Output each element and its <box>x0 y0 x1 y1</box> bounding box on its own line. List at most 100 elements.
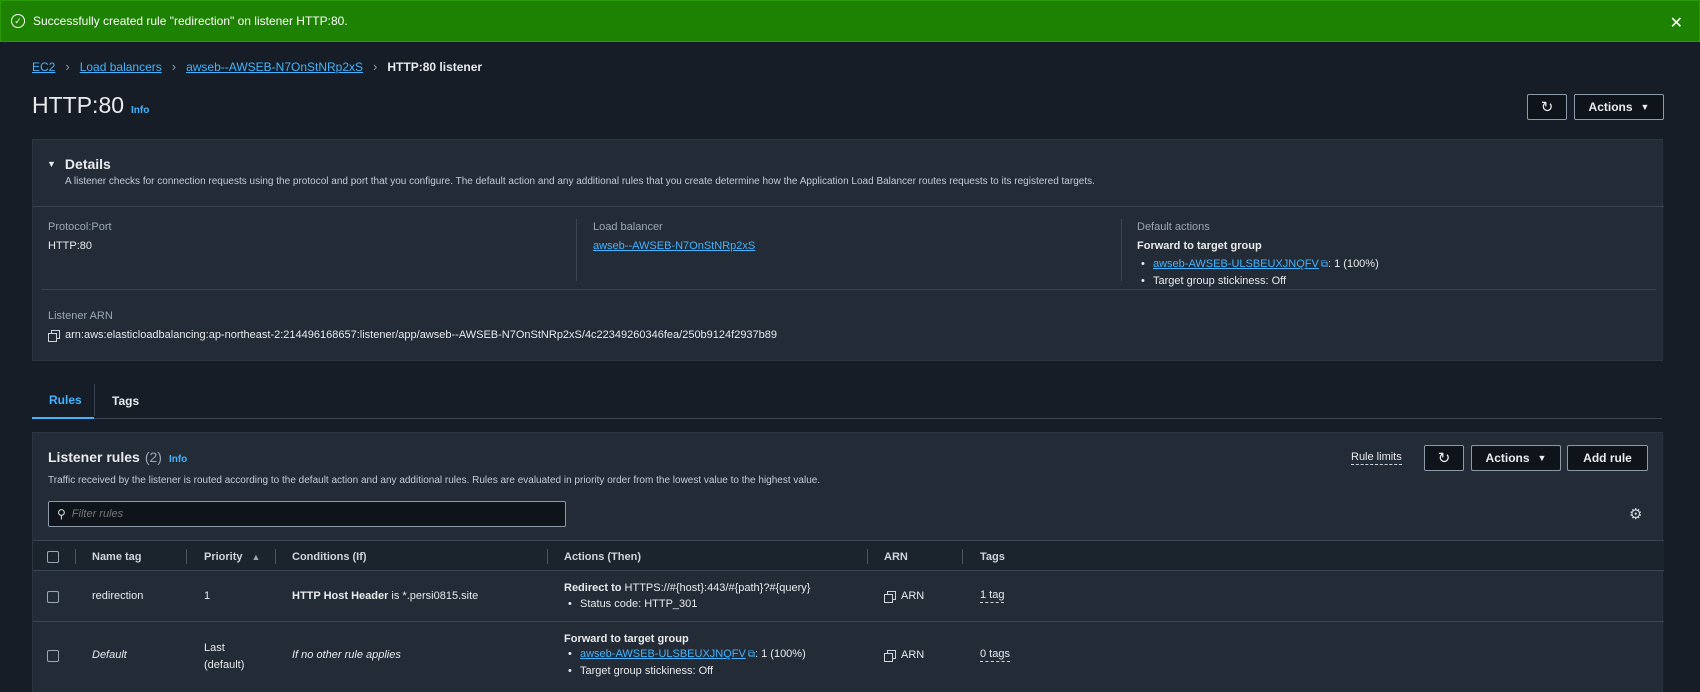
divider <box>867 549 868 564</box>
breadcrumb-current: HTTP:80 listener <box>387 59 483 74</box>
info-link[interactable]: Info <box>131 105 149 116</box>
load-balancer-link[interactable]: awseb--AWSEB-N7OnStNRp2xS <box>593 240 755 252</box>
condition-value: is *.persi0815.site <box>388 590 479 602</box>
list-item: awseb-AWSEB-ULSBEUXJNQFV⧉: 1 (100%) <box>1137 256 1379 273</box>
table-row: Default Last (default) If no other rule … <box>33 623 1664 692</box>
external-link-icon: ⧉ <box>1320 259 1328 270</box>
column-actions[interactable]: Actions (Then) <box>564 541 641 572</box>
sort-ascending-icon: ▲ <box>251 551 261 562</box>
rules-title: Listener rules <box>48 449 140 465</box>
caret-down-icon: ▼ <box>1640 102 1650 112</box>
tab-rules[interactable]: Rules <box>32 382 94 419</box>
divider <box>75 549 76 564</box>
add-rule-button[interactable]: Add rule <box>1567 445 1648 471</box>
chevron-right-icon: › <box>65 59 70 74</box>
select-all-checkbox[interactable] <box>47 550 59 563</box>
listener-arn-label: Listener ARN <box>48 310 113 322</box>
actions-label: Actions <box>1485 451 1530 465</box>
divider <box>275 549 276 564</box>
rules-actions-button[interactable]: Actions ▼ <box>1471 445 1561 471</box>
close-icon[interactable]: ✕ <box>1670 13 1683 33</box>
rule-action: Redirect to HTTPS://#{host}:443/#{path}?… <box>564 582 810 613</box>
table-header: Name tag Priority ▲ Conditions (If) Acti… <box>33 540 1664 571</box>
divider <box>33 206 1664 207</box>
rule-arn: ARN <box>884 590 925 603</box>
column-tags[interactable]: Tags <box>980 541 1005 572</box>
flash-message: Successfully created rule "redirection" … <box>33 14 348 28</box>
list-item: Target group stickiness: Off <box>564 663 806 680</box>
refresh-button[interactable]: ↻ <box>1527 94 1567 120</box>
column-priority-label: Priority <box>204 550 243 563</box>
column-conditions[interactable]: Conditions (If) <box>292 541 367 572</box>
success-flashbar: ✓ Successfully created rule "redirection… <box>0 0 1700 42</box>
target-group-link[interactable]: awseb-AWSEB-ULSBEUXJNQFV <box>1153 258 1319 270</box>
rules-description: Traffic received by the listener is rout… <box>48 475 821 486</box>
listener-arn-value: arn:aws:elasticloadbalancing:ap-northeas… <box>65 329 778 341</box>
refresh-icon: ↻ <box>1437 450 1451 467</box>
target-group-link[interactable]: awseb-AWSEB-ULSBEUXJNQFV <box>580 648 746 660</box>
action-target: HTTPS://#{host}:443/#{path}?#{query} <box>621 582 811 594</box>
row-checkbox[interactable] <box>47 591 59 603</box>
details-panel: ▼ Details A listener checks for connecti… <box>32 139 1664 361</box>
default-actions-list: awseb-AWSEB-ULSBEUXJNQFV⧉: 1 (100%) Targ… <box>1137 256 1379 290</box>
external-link-icon: ⧉ <box>747 649 755 660</box>
breadcrumb: EC2 › Load balancers › awseb--AWSEB-N7On… <box>32 59 482 74</box>
column-name-tag[interactable]: Name tag <box>92 541 142 572</box>
priority-line: Last <box>204 642 225 654</box>
list-item: Status code: HTTP_301 <box>564 596 810 613</box>
rule-limits-link[interactable]: Rule limits <box>1351 451 1402 465</box>
actions-button[interactable]: Actions ▼ <box>1574 94 1664 120</box>
rule-name-link[interactable]: Default <box>92 649 127 661</box>
details-toggle[interactable]: ▼ Details <box>47 156 111 172</box>
divider <box>186 549 187 564</box>
divider <box>41 289 1656 290</box>
breadcrumb-ec2[interactable]: EC2 <box>32 60 55 74</box>
refresh-button[interactable]: ↻ <box>1424 445 1464 471</box>
divider <box>94 384 95 416</box>
filter-input[interactable] <box>71 508 552 520</box>
copy-icon[interactable] <box>884 649 896 662</box>
protocol-port-value: HTTP:80 <box>48 240 93 252</box>
action-title: Forward to target group <box>564 633 689 645</box>
refresh-icon: ↻ <box>1540 99 1554 116</box>
caret-down-icon: ▼ <box>1537 453 1547 463</box>
info-link[interactable]: Info <box>169 454 187 465</box>
divider <box>547 549 548 564</box>
page-title: HTTP:80 Info <box>32 92 149 119</box>
page-title-text: HTTP:80 <box>32 92 125 118</box>
table-row: redirection 1 HTTP Host Header is *.pers… <box>33 572 1664 622</box>
list-item: Target group stickiness: Off <box>1137 273 1379 290</box>
column-priority[interactable]: Priority ▲ <box>204 541 260 572</box>
rule-tags-link[interactable]: 1 tag <box>980 589 1005 603</box>
column-arn[interactable]: ARN <box>884 541 908 572</box>
protocol-port-label: Protocol:Port <box>48 221 112 233</box>
caret-down-icon: ▼ <box>47 159 56 169</box>
check-circle-icon: ✓ <box>11 14 25 28</box>
gear-icon[interactable]: ⚙ <box>1629 505 1642 523</box>
divider <box>962 549 963 564</box>
listener-arn-row: arn:aws:elasticloadbalancing:ap-northeas… <box>48 329 778 342</box>
rule-tags-link[interactable]: 0 tags <box>980 648 1010 662</box>
details-heading: Details <box>64 156 111 172</box>
divider <box>576 219 577 281</box>
rule-name-link[interactable]: redirection <box>92 590 143 602</box>
breadcrumb-load-balancers[interactable]: Load balancers <box>80 60 162 74</box>
arn-label: ARN <box>901 590 925 602</box>
tab-bar: Rules Tags <box>32 382 1662 419</box>
copy-icon[interactable] <box>48 329 60 342</box>
tab-tags[interactable]: Tags <box>112 382 139 419</box>
default-actions-title: Forward to target group <box>1137 240 1262 252</box>
list-item: awseb-AWSEB-ULSBEUXJNQFV⧉: 1 (100%) <box>564 646 806 663</box>
row-checkbox[interactable] <box>47 650 59 662</box>
rule-arn: ARN <box>884 649 925 662</box>
action-title: Redirect to <box>564 582 622 594</box>
arn-label: ARN <box>901 649 925 661</box>
default-actions-label: Default actions <box>1137 221 1210 233</box>
breadcrumb-load-balancer[interactable]: awseb--AWSEB-N7OnStNRp2xS <box>186 60 363 74</box>
listener-rules-panel: Listener rules (2) Info Traffic received… <box>32 432 1664 692</box>
details-description: A listener checks for connection request… <box>65 176 1095 187</box>
priority-line: (default) <box>204 659 245 671</box>
copy-icon[interactable] <box>884 590 896 603</box>
rule-priority: Last (default) <box>204 640 244 674</box>
chevron-right-icon: › <box>373 59 378 74</box>
